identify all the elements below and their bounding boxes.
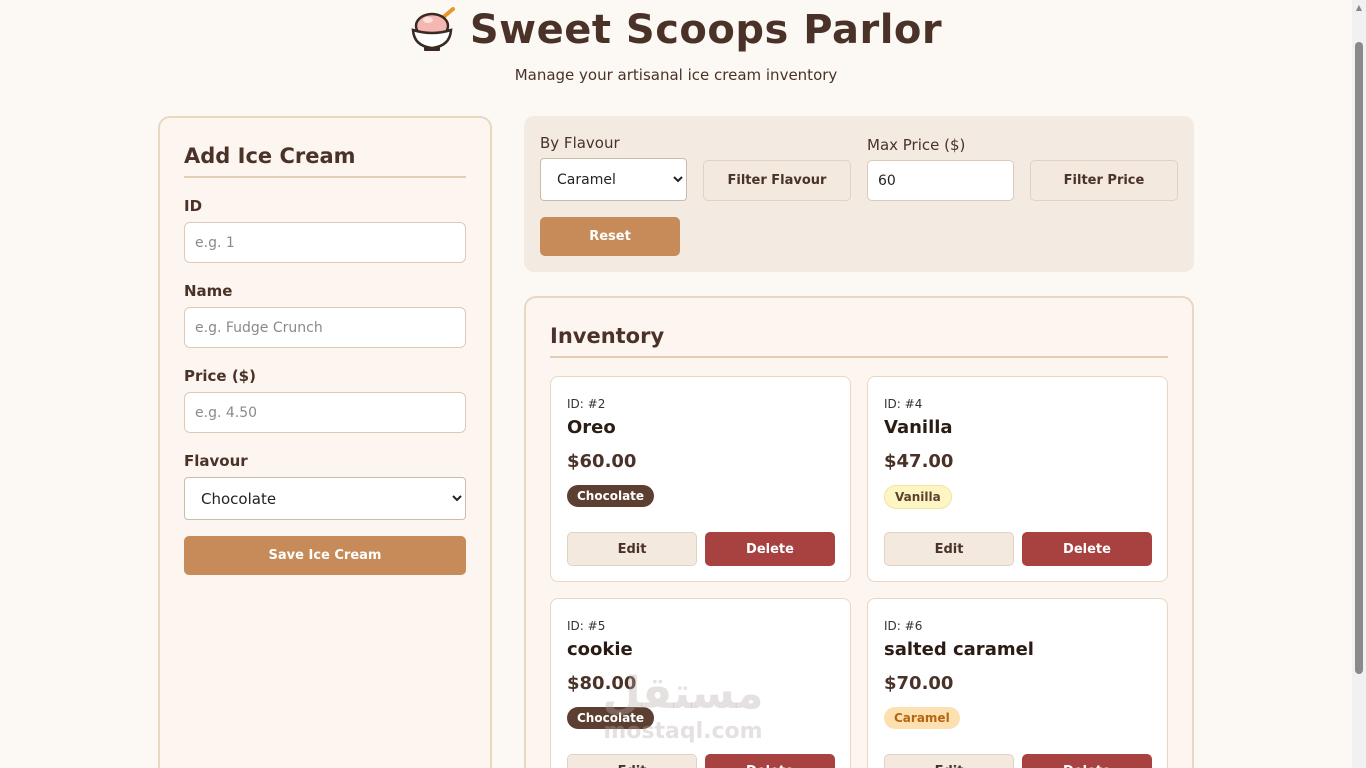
edit-button[interactable]: Edit	[567, 532, 697, 566]
card-name: Oreo	[567, 417, 616, 438]
card-id: ID: #2	[567, 397, 606, 411]
ice-cream-bowl-icon	[411, 7, 455, 51]
filter-flavour-select[interactable]: Caramel	[540, 158, 687, 201]
edit-button[interactable]: Edit	[567, 754, 697, 768]
max-price-input[interactable]	[867, 160, 1014, 201]
inventory-card: ID: #2 Oreo $60.00 Chocolate Edit Delete	[550, 376, 851, 582]
inventory-title: Inventory	[550, 324, 1168, 358]
inventory-card: ID: #5 cookie $80.00 Chocolate Edit Dele…	[550, 598, 851, 768]
flavour-select[interactable]: Chocolate	[184, 477, 466, 520]
card-actions: Edit Delete	[884, 754, 1152, 768]
card-name: salted caramel	[884, 639, 1034, 660]
flavour-badge: Caramel	[884, 707, 960, 729]
card-actions: Edit Delete	[567, 754, 835, 768]
edit-button[interactable]: Edit	[884, 532, 1014, 566]
inventory-panel: Inventory ID: #2 Oreo $60.00 Chocolate E…	[524, 296, 1194, 768]
inventory-card: ID: #6 salted caramel $70.00 Caramel Edi…	[867, 598, 1168, 768]
card-id: ID: #6	[884, 619, 923, 633]
scroll-up-arrow-icon[interactable]: ▲	[1352, 0, 1366, 16]
delete-button[interactable]: Delete	[1022, 532, 1152, 566]
add-ice-cream-title: Add Ice Cream	[184, 144, 466, 178]
edit-button[interactable]: Edit	[884, 754, 1014, 768]
flavour-badge: Vanilla	[884, 485, 952, 509]
card-name: cookie	[567, 639, 633, 660]
filter-price-button[interactable]: Filter Price	[1030, 160, 1178, 201]
card-name: Vanilla	[884, 417, 953, 438]
flavour-badge: Chocolate	[567, 485, 655, 507]
id-input[interactable]	[184, 222, 466, 263]
name-label: Name	[184, 282, 233, 300]
vertical-scrollbar[interactable]: ▲	[1352, 0, 1366, 768]
card-price: $60.00	[567, 451, 637, 472]
add-ice-cream-panel: Add Ice Cream ID Name Price ($) Flavour …	[158, 116, 492, 768]
page-subtitle: Manage your artisanal ice cream inventor…	[514, 66, 838, 84]
price-label: Price ($)	[184, 367, 256, 385]
delete-button[interactable]: Delete	[705, 754, 835, 768]
filter-flavour-button[interactable]: Filter Flavour	[703, 160, 851, 201]
price-input[interactable]	[184, 392, 466, 433]
id-label: ID	[184, 197, 203, 215]
max-price-label: Max Price ($)	[867, 136, 966, 154]
card-id: ID: #4	[884, 397, 923, 411]
card-actions: Edit Delete	[884, 532, 1152, 566]
reset-button[interactable]: Reset	[540, 217, 680, 256]
name-input[interactable]	[184, 307, 466, 348]
inventory-card: ID: #4 Vanilla $47.00 Vanilla Edit Delet…	[867, 376, 1168, 582]
filter-panel: By Flavour Caramel Filter Flavour Max Pr…	[524, 116, 1194, 272]
flavour-label: Flavour	[184, 452, 248, 470]
card-price: $70.00	[884, 673, 954, 694]
scrollbar-thumb[interactable]	[1355, 42, 1363, 674]
save-ice-cream-button[interactable]: Save Ice Cream	[184, 536, 466, 575]
by-flavour-label: By Flavour	[540, 134, 620, 152]
title-row: Sweet Scoops Parlor	[0, 6, 1352, 54]
delete-button[interactable]: Delete	[705, 532, 835, 566]
flavour-badge: Chocolate	[567, 707, 655, 729]
delete-button[interactable]: Delete	[1022, 754, 1152, 768]
card-id: ID: #5	[567, 619, 606, 633]
card-price: $47.00	[884, 451, 954, 472]
page-title: Sweet Scoops Parlor	[469, 7, 943, 53]
page-header: Sweet Scoops Parlor Manage your artisana…	[0, 0, 1352, 95]
card-actions: Edit Delete	[567, 532, 835, 566]
card-price: $80.00	[567, 673, 637, 694]
